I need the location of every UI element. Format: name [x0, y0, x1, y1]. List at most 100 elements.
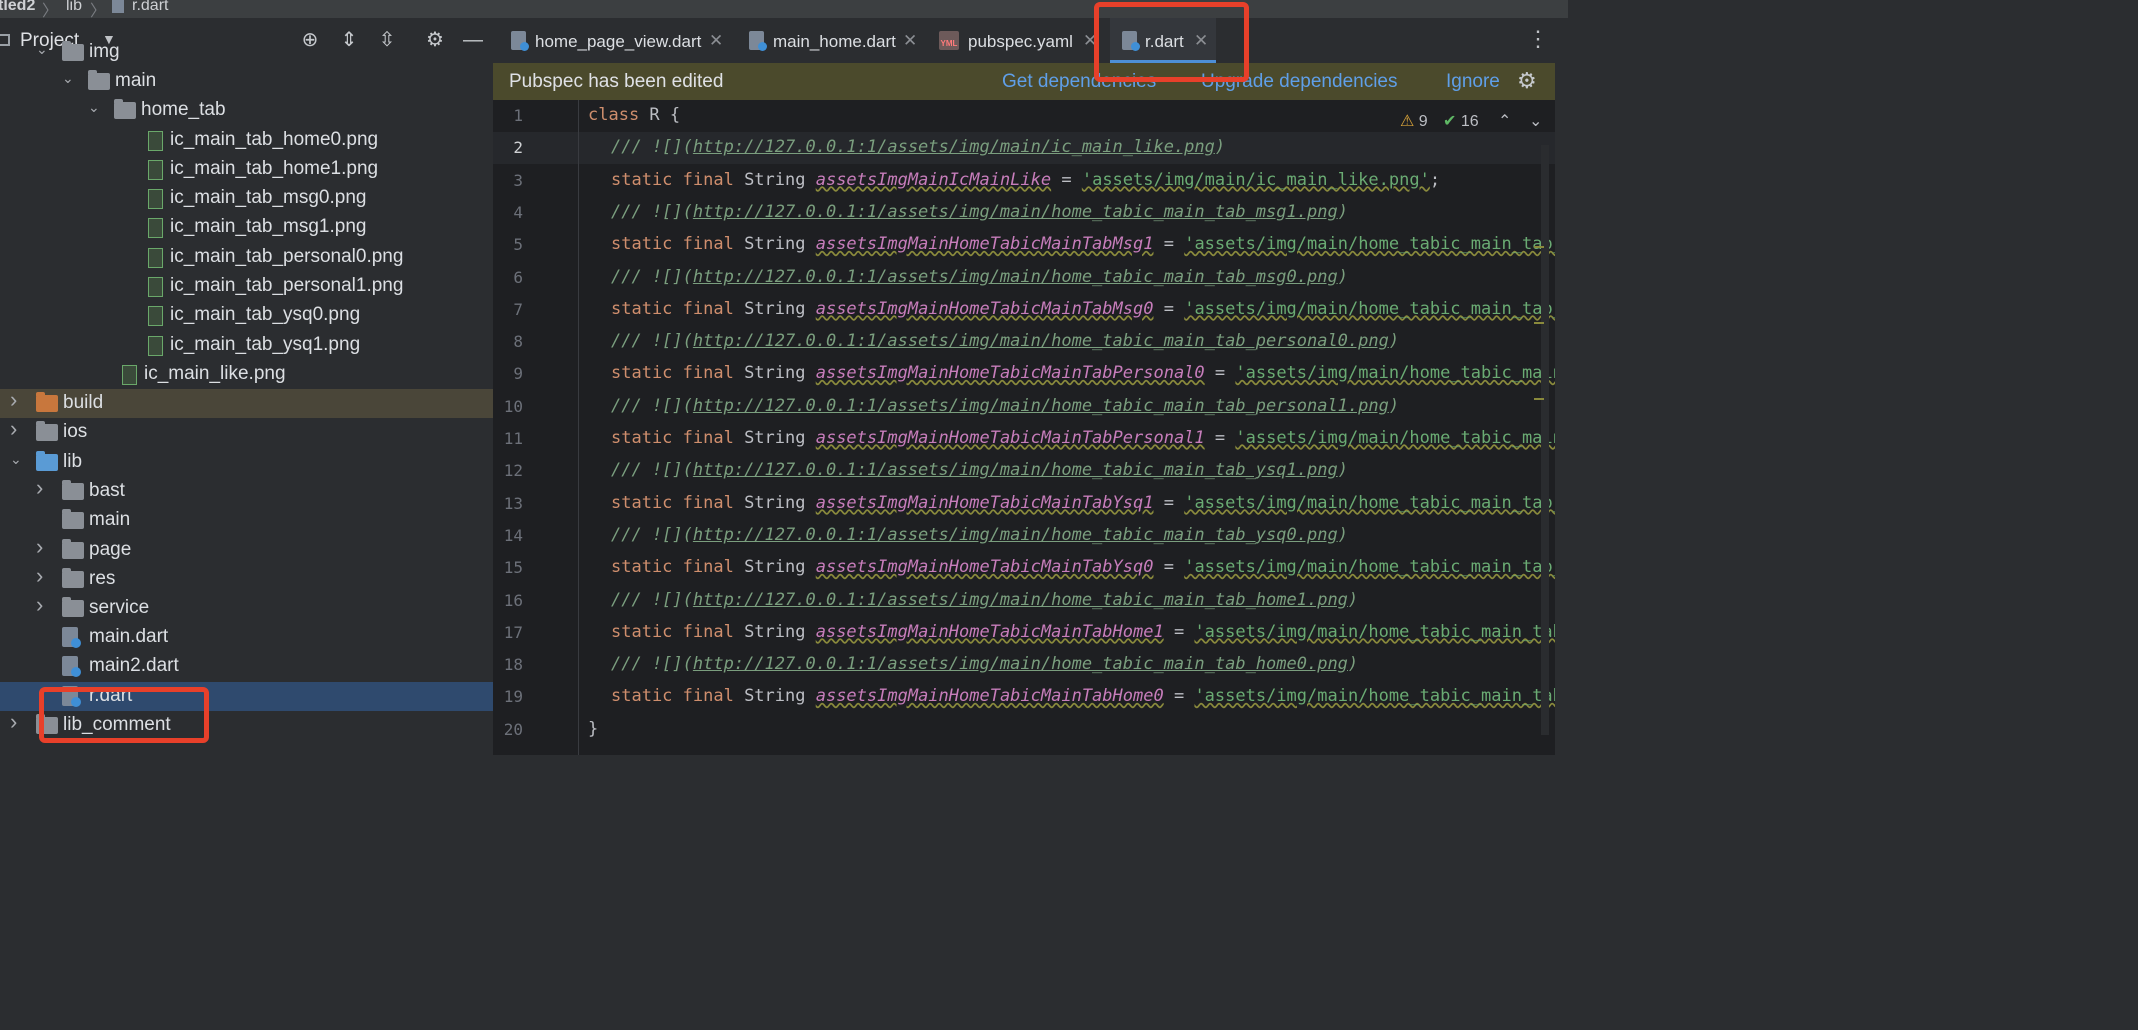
code-token: =	[1204, 428, 1236, 448]
code-editor[interactable]: 1 class R {2/// ![](http://127.0.0.1:1/as…	[493, 100, 1568, 755]
code-token: http://127.0.0.1:1/assets/img/main/home_…	[692, 266, 1338, 287]
chevron-down-icon[interactable]: ⌄	[10, 451, 22, 468]
tree-item[interactable]: ic_main_tab_ysq1.png	[0, 331, 493, 360]
tree-item[interactable]: › res	[0, 563, 493, 594]
dart-file-icon	[749, 31, 767, 51]
tab-main-home[interactable]: main_home.dart ✕	[743, 18, 923, 63]
more-tabs-icon[interactable]: ⋮	[1527, 26, 1549, 52]
tree-item[interactable]: ic_main_tab_home0.png	[0, 126, 493, 155]
typo-widget[interactable]: ✔ 16	[1443, 111, 1479, 131]
code-token: static final	[611, 686, 745, 707]
code-token: http://127.0.0.1:1/assets/img/main/home_…	[692, 395, 1389, 416]
code-line[interactable]: 3 static final String assetsImgMainIcMain…	[493, 165, 1568, 197]
tab-home-page-view[interactable]: home_page_view.dart ✕	[507, 18, 729, 63]
code-line[interactable]: 14 /// ![](http://127.0.0.1:1/assets/img/…	[493, 520, 1568, 552]
breadcrumb-file[interactable]: r.dart	[132, 0, 168, 15]
chevron-down-icon[interactable]: ⌄	[36, 41, 48, 58]
editor-scrollbar[interactable]	[1541, 145, 1549, 735]
dart-file-icon	[511, 31, 529, 51]
ignore-link[interactable]: Ignore	[1446, 71, 1500, 93]
code-line[interactable]: 2 /// ![](http://127.0.0.1:1/assets/img/m…	[493, 132, 1568, 165]
tree-item[interactable]: main.dart	[0, 623, 493, 652]
tree-item[interactable]: ic_main_tab_msg0.png	[0, 184, 493, 213]
tree-item[interactable]: ic_main_tab_msg1.png	[0, 213, 493, 242]
breadcrumb-folder[interactable]: lib	[66, 0, 82, 15]
chevron-right-icon[interactable]: ›	[10, 709, 17, 735]
chevron-right-icon[interactable]: ›	[10, 416, 17, 442]
tree-item[interactable]: › build	[0, 387, 493, 418]
breadcrumb-project[interactable]: tled2	[0, 0, 35, 15]
tree-item[interactable]: ⌄ lib	[0, 448, 493, 477]
tree-item[interactable]: › page	[0, 534, 493, 565]
warning-count: 9	[1418, 113, 1428, 130]
line-number: 3	[513, 170, 523, 190]
image-file-icon	[148, 189, 163, 209]
code-line[interactable]: 6 /// ![](http://127.0.0.1:1/assets/img/m…	[493, 262, 1568, 294]
tree-item[interactable]: ⌄ main	[0, 67, 493, 96]
check-icon: ✔	[1443, 113, 1457, 130]
next-highlight-icon[interactable]: ⌄	[1529, 111, 1542, 131]
chevron-down-icon[interactable]: ⌄	[62, 70, 74, 87]
tree-item[interactable]: ic_main_tab_personal0.png	[0, 243, 493, 272]
close-icon[interactable]: ✕	[709, 31, 723, 51]
gear-icon[interactable]: ⚙	[1517, 68, 1537, 94]
chevron-right-icon[interactable]: ›	[10, 387, 17, 413]
chevron-right-icon[interactable]: ›	[36, 475, 43, 501]
tree-item[interactable]: › service	[0, 592, 493, 623]
tree-item[interactable]: ic_main_tab_personal1.png	[0, 272, 493, 301]
code-token: 'assets/img/main/home_tabic_main_tab_msg…	[1184, 298, 1568, 319]
code-line[interactable]: 8 /// ![](http://127.0.0.1:1/assets/img/m…	[493, 326, 1568, 358]
close-icon[interactable]: ✕	[903, 31, 917, 51]
tree-item[interactable]: main	[0, 506, 493, 535]
code-line[interactable]: 11 static final String assetsImgMainHomeT…	[493, 423, 1568, 455]
tree-item-label: ios	[63, 421, 88, 442]
code-token: assetsImgMainHomeTabicMainTabHome0	[815, 686, 1164, 707]
folder-icon	[88, 70, 110, 90]
code-token: =	[1153, 557, 1185, 578]
code-line[interactable]: 7 static final String assetsImgMainHomeTa…	[493, 294, 1568, 326]
code-token: /// ![](	[611, 266, 693, 287]
code-line[interactable]: 13 static final String assetsImgMainHomeT…	[493, 488, 1568, 520]
previous-highlight-icon[interactable]: ⌃	[1498, 111, 1511, 131]
code-token: /// ![](	[611, 137, 693, 158]
tree-item[interactable]: ic_main_tab_home1.png	[0, 155, 493, 184]
chevron-right-icon[interactable]: ›	[36, 592, 43, 618]
tab-pubspec[interactable]: YML pubspec.yaml ✕	[937, 18, 1107, 63]
code-line[interactable]: 16 /// ![](http://127.0.0.1:1/assets/img/…	[493, 585, 1568, 617]
code-token: http://127.0.0.1:1/assets/img/main/home_…	[692, 331, 1389, 352]
code-line[interactable]: 10 /// ![](http://127.0.0.1:1/assets/img/…	[493, 391, 1568, 423]
tree-item-label: ic_main_tab_home0.png	[170, 129, 379, 150]
line-number: 8	[513, 332, 523, 352]
chevron-right-icon[interactable]: ›	[36, 563, 43, 589]
code-token: =	[1153, 492, 1185, 513]
tree-item[interactable]: › ios	[0, 416, 493, 447]
code-line[interactable]: 15 static final String assetsImgMainHomeT…	[493, 552, 1568, 584]
code-token: 'assets/img/main/home_tabic_main_tab_per…	[1235, 363, 1568, 384]
code-line[interactable]: 17 static final String assetsImgMainHomeT…	[493, 617, 1568, 649]
code-line[interactable]: 12 /// ![](http://127.0.0.1:1/assets/img/…	[493, 455, 1568, 487]
code-token: String	[744, 363, 816, 384]
tree-item[interactable]: ic_main_like.png	[0, 360, 493, 389]
chevron-down-icon[interactable]: ⌄	[88, 99, 100, 116]
tree-item-label: home_tab	[141, 99, 226, 120]
folder-icon	[62, 41, 84, 61]
code-line[interactable]: 19 static final String assetsImgMainHomeT…	[493, 681, 1568, 713]
tree-item[interactable]: › bast	[0, 475, 493, 506]
code-text: static final String assetsImgMainHomeTab…	[611, 493, 1568, 513]
inspection-widget[interactable]: ⚠ 9	[1400, 111, 1428, 131]
chevron-right-icon[interactable]: ›	[36, 534, 43, 560]
code-token: =	[1051, 169, 1082, 190]
tree-item[interactable]: ⌄ img	[0, 38, 493, 67]
code-token: assetsImgMainHomeTabicMainTabPersonal1	[815, 428, 1205, 448]
code-line[interactable]: 5 static final String assetsImgMainHomeTa…	[493, 229, 1568, 261]
code-token: assetsImgMainHomeTabicMainTabHome1	[815, 621, 1164, 642]
code-line[interactable]: 18 /// ![](http://127.0.0.1:1/assets/img/…	[493, 649, 1568, 681]
code-line[interactable]: 20}	[493, 714, 1568, 746]
editor-tabs: home_page_view.dart ✕ main_home.dart ✕ Y…	[493, 18, 1568, 63]
tree-item[interactable]: ic_main_tab_ysq0.png	[0, 301, 493, 330]
code-line[interactable]: 4 /// ![](http://127.0.0.1:1/assets/img/m…	[493, 197, 1568, 229]
code-token: )	[1337, 460, 1348, 481]
tree-item[interactable]: ⌄ home_tab	[0, 96, 493, 125]
tree-item[interactable]: main2.dart	[0, 652, 493, 681]
code-line[interactable]: 9 static final String assetsImgMainHomeTa…	[493, 358, 1568, 390]
